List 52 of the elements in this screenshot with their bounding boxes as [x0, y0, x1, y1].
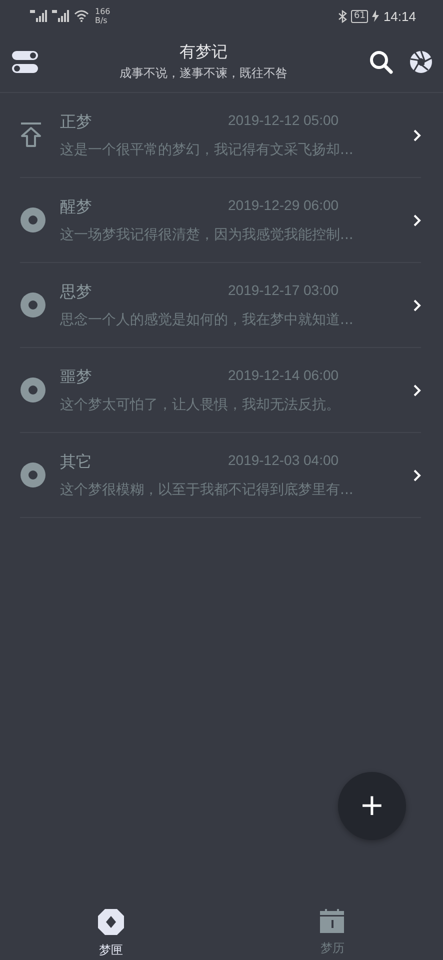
dream-preview: 这个梦很模糊，以至于我都不记得到底梦里有... [60, 480, 354, 498]
dream-list-item[interactable]: 其它 2019-12-03 04:00 这个梦很模糊，以至于我都不记得到底梦里有... [20, 433, 421, 518]
network-speed: 166 [95, 7, 110, 16]
dream-preview: 这是一个很平常的梦幻，我记得有文采飞扬却... [60, 140, 354, 158]
charging-icon [372, 10, 380, 22]
wifi-icon [74, 10, 89, 22]
ring-icon [20, 207, 46, 233]
app-title: 有梦记 [180, 42, 228, 63]
network-speed-unit: B/s [95, 16, 108, 25]
chevron-right-icon [413, 298, 421, 312]
add-button[interactable]: + [338, 772, 406, 840]
toggle-settings-button[interactable] [12, 51, 38, 73]
dream-title: 思梦 [60, 282, 93, 302]
nav-tab[interactable]: 梦匣 [0, 900, 222, 960]
dream-date: 2019-12-12 05:00 [228, 112, 339, 130]
bluetooth-icon [338, 10, 347, 22]
search-icon [369, 50, 393, 74]
search-button[interactable] [369, 50, 393, 74]
ring-icon [20, 462, 46, 488]
calendar-icon [319, 908, 346, 934]
dream-title: 其它 [60, 452, 93, 472]
dream-list-item[interactable]: 醒梦 2019-12-29 06:00 这一场梦我记得很清楚，因为我感觉我能控制... [20, 178, 421, 263]
dream-date: 2019-12-14 06:00 [228, 366, 339, 384]
dream-list-item[interactable]: 正梦 2019-12-12 05:00 这是一个很平常的梦幻，我记得有文采飞扬却... [20, 93, 421, 178]
dream-list-item[interactable]: 思梦 2019-12-17 03:00 思念一个人的感觉是如何的，我在梦中就知道... [20, 263, 421, 348]
dream-title: 醒梦 [60, 196, 93, 218]
dream-title: 正梦 [60, 112, 93, 132]
aperture-button[interactable] [409, 50, 433, 74]
cellular-signal-icon [30, 10, 48, 22]
diamond-box-icon [96, 908, 125, 936]
dream-date: 2019-12-03 04:00 [228, 452, 339, 470]
ring-icon [20, 377, 46, 403]
nav-tab[interactable]: 梦历 [222, 900, 443, 960]
app-subtitle: 成事不说，遂事不谏，既往不咎 [120, 65, 288, 82]
cellular-signal-icon [52, 10, 70, 22]
ring-icon [20, 292, 46, 318]
chevron-right-icon [413, 128, 421, 142]
dream-date: 2019-12-17 03:00 [228, 282, 339, 300]
dream-preview: 思念一个人的感觉是如何的，我在梦中就知道... [60, 310, 354, 328]
dream-preview: 这一场梦我记得很清楚，因为我感觉我能控制... [60, 226, 354, 244]
dream-title: 噩梦 [60, 366, 93, 388]
dream-list-item[interactable]: 噩梦 2019-12-14 06:00 这个梦太可怕了，让人畏惧，我却无法反抗。 [20, 348, 421, 433]
dream-preview: 这个梦太可怕了，让人畏惧，我却无法反抗。 [60, 396, 341, 414]
dream-date: 2019-12-29 06:00 [228, 196, 339, 214]
clock: 14:14 [383, 8, 416, 24]
pin-to-top-icon [20, 122, 42, 148]
chevron-right-icon [413, 214, 421, 226]
chevron-right-icon [413, 384, 421, 396]
toggles-icon [12, 51, 38, 73]
chevron-right-icon [413, 468, 421, 482]
aperture-icon [409, 50, 433, 74]
battery-level: 61 [351, 10, 368, 22]
